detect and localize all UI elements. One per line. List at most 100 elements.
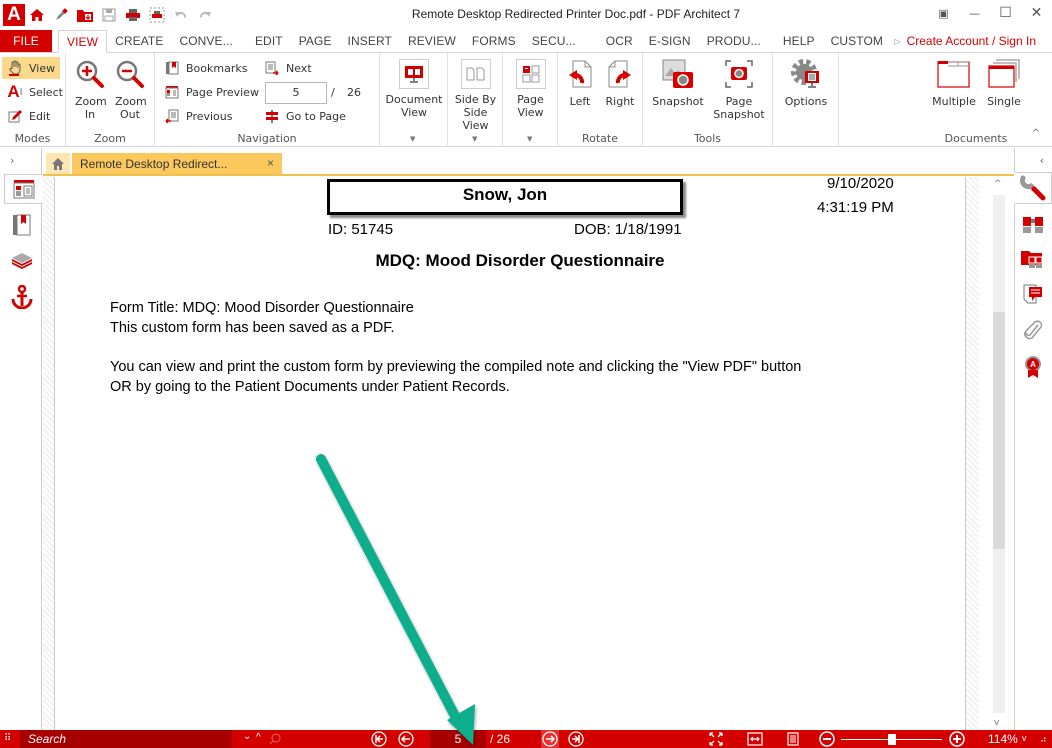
document-viewport: Snow, Jon 9/10/2020 4:31:19 PM ID: 51745… [43, 177, 1014, 730]
collapse-sidebar-icon[interactable]: ‹ [1040, 154, 1044, 167]
instruction-line-1: You can view and print the custom form b… [110, 359, 802, 375]
single-document-button[interactable]: Single [983, 57, 1025, 108]
restore-icon: ▣ [938, 6, 949, 20]
instruction-line-2: OR by going to the Patient Documents und… [110, 378, 510, 395]
tab-convert[interactable]: CONVE... [171, 30, 240, 52]
fit-page-icon[interactable] [785, 731, 801, 747]
tab-ocr[interactable]: OCR [598, 30, 641, 52]
resize-grip-icon[interactable]: ⠴ [1040, 734, 1047, 745]
tab-products[interactable]: PRODU... [699, 30, 769, 52]
multiple-documents-button[interactable]: Multiple [929, 57, 979, 108]
scroll-down-icon[interactable]: v [994, 718, 999, 728]
patient-id: ID: 51745 [328, 221, 394, 238]
chevron-down-icon[interactable]: ▼ [472, 135, 477, 143]
create-account-link[interactable]: ▷ Create Account / Sign In [894, 30, 1036, 52]
zoom-in-label: Zoom In [75, 95, 107, 121]
tab-forms[interactable]: FORMS [464, 30, 524, 52]
attachments-anchor-tab[interactable] [4, 282, 40, 312]
bookmarks-panel-tab[interactable] [4, 210, 40, 240]
scroll-up-icon[interactable]: ^ [994, 179, 1002, 189]
close-button[interactable]: ✕ [1021, 2, 1052, 24]
advanced-search-panel-tab[interactable] [1015, 244, 1051, 274]
minimize-button[interactable]: — [959, 2, 990, 24]
tab-security[interactable]: SECU... [524, 30, 584, 52]
search-icon[interactable] [267, 731, 283, 747]
search-input[interactable]: Search [20, 730, 232, 748]
zoom-slider-thumb[interactable] [887, 734, 896, 745]
chevron-down-icon[interactable]: ▼ [527, 135, 532, 143]
previous-page-button[interactable]: Previous [159, 105, 237, 127]
form-title-line: Form Title: MDQ: Mood Disorder Questionn… [110, 300, 414, 316]
options-button[interactable]: Options [779, 57, 833, 108]
zoom-level[interactable]: 114% [988, 732, 1018, 746]
tools-panel-tab[interactable] [1014, 172, 1052, 204]
tab-esign[interactable]: E-SIGN [641, 30, 699, 52]
maximize-button[interactable]: ☐ [990, 2, 1021, 24]
expand-sidebar-icon[interactable]: › [10, 154, 14, 167]
first-page-button[interactable] [371, 731, 387, 747]
bookmarks-button[interactable]: Bookmarks [159, 57, 251, 79]
zoom-in-button[interactable]: Zoom In [72, 57, 108, 121]
fit-width-icon[interactable] [747, 731, 763, 747]
rotate-left-button[interactable]: Left [562, 57, 598, 108]
scroll-thumb[interactable] [993, 312, 1005, 549]
minimize-icon: — [969, 6, 980, 20]
single-document-icon [987, 57, 1021, 91]
svg-text:A: A [1030, 360, 1036, 369]
tab-custom[interactable]: CUSTOM [823, 30, 891, 52]
view-mode-button[interactable]: View [2, 57, 60, 79]
home-icon [52, 157, 64, 170]
edit-mode-button[interactable]: Edit [2, 105, 54, 127]
previous-page-icon[interactable] [398, 731, 414, 747]
zoom-dropdown-icon[interactable]: v [1022, 733, 1027, 743]
layers-panel-tab[interactable] [4, 246, 40, 276]
tab-insert[interactable]: INSERT [340, 30, 400, 52]
page-number-input[interactable]: 5 [265, 82, 327, 104]
document-view-label: Document View [385, 93, 443, 119]
restore-button[interactable]: ▣ [928, 2, 959, 24]
tab-file[interactable]: FILE [0, 30, 52, 52]
select-mode-button[interactable]: AI Select [2, 81, 67, 103]
next-page-button[interactable]: Next [259, 57, 316, 79]
certificate-panel-tab[interactable]: A [1015, 352, 1051, 382]
fullscreen-icon[interactable] [708, 731, 724, 747]
tab-create[interactable]: CREATE [107, 30, 171, 52]
document-tab[interactable]: Remote Desktop Redirect... × [72, 153, 282, 174]
attachments-panel-tab[interactable] [1015, 316, 1051, 346]
vertical-scrollbar[interactable]: ^ v [979, 177, 1014, 730]
patient-dob: DOB: 1/18/1991 [574, 221, 682, 238]
search-next-icon[interactable]: ⌄ [243, 731, 251, 742]
rotate-right-button[interactable]: Right [602, 57, 638, 108]
current-page-field[interactable]: 5 [430, 730, 486, 748]
tab-review[interactable]: REVIEW [400, 30, 464, 52]
zoom-out-button[interactable] [819, 731, 835, 747]
comments-panel-tab[interactable] [1015, 280, 1051, 310]
next-page-icon[interactable] [541, 730, 559, 748]
zoom-out-button[interactable]: Zoom Out [112, 57, 148, 121]
side-by-side-view-button[interactable]: Side By Side View [450, 57, 501, 132]
close-tab-icon[interactable]: × [267, 156, 274, 170]
tab-page[interactable]: PAGE [291, 30, 340, 52]
page-view-button[interactable]: Page View [505, 57, 556, 119]
collapse-ribbon-icon[interactable]: ^ [1032, 128, 1040, 139]
triangle-right-icon: ▷ [894, 36, 901, 46]
binoculars-icon [1023, 217, 1043, 233]
chevron-down-icon[interactable]: ▼ [410, 135, 415, 143]
tab-help[interactable]: HELP [775, 30, 823, 52]
bookmarks-label: Bookmarks [186, 61, 248, 75]
page-preview-panel-tab[interactable] [4, 174, 43, 204]
page-preview-button[interactable]: Page Preview [159, 81, 263, 103]
snapshot-button[interactable]: Snapshot [651, 57, 705, 108]
zoom-in-button[interactable] [949, 731, 965, 747]
home-tab[interactable] [46, 153, 70, 174]
tab-edit[interactable]: EDIT [247, 30, 291, 52]
last-page-button[interactable] [568, 731, 584, 747]
document-view-button[interactable]: Document View [382, 57, 446, 119]
folder-search-icon [1021, 251, 1043, 268]
group-options: Options [773, 53, 839, 147]
go-to-page-button[interactable]: Go to Page [259, 105, 350, 127]
page-snapshot-button[interactable]: Page Snapshot [709, 57, 769, 121]
tab-view[interactable]: VIEW [58, 30, 108, 53]
find-panel-tab[interactable] [1015, 210, 1051, 240]
search-prev-icon[interactable]: ^ [256, 732, 261, 743]
